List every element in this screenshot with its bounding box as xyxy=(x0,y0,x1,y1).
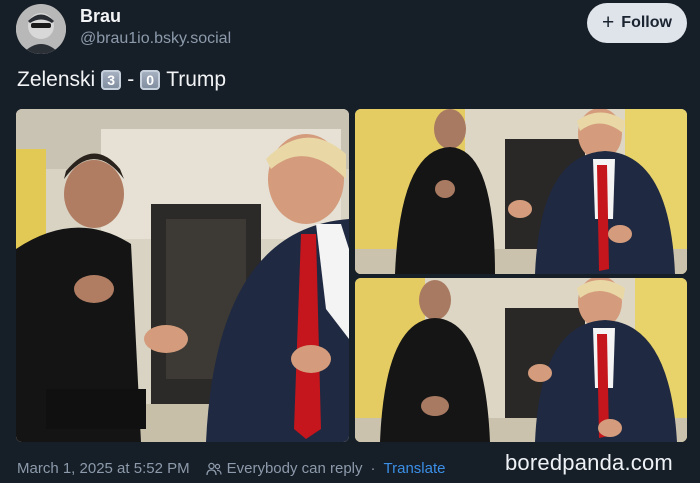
author-avatar[interactable] xyxy=(16,4,66,54)
follow-button-label: Follow xyxy=(621,14,672,31)
post-image-1[interactable] xyxy=(16,109,349,442)
watermark: boredpanda.com xyxy=(505,450,673,475)
follow-button[interactable]: + Follow xyxy=(587,3,687,43)
post-text: Zelenski 3 - 0 Trump xyxy=(17,68,226,92)
author-display-name[interactable]: Brau xyxy=(80,6,121,27)
translate-link[interactable]: Translate xyxy=(384,460,446,477)
post-text-trump: Trump xyxy=(166,68,227,91)
score-left-keycap: 3 xyxy=(101,70,122,90)
plus-icon: + xyxy=(602,10,615,34)
reply-setting[interactable]: Everybody can reply xyxy=(227,460,363,477)
post-footer: March 1, 2025 at 5:52 PM Everybody can r… xyxy=(17,460,446,477)
post-image-2[interactable] xyxy=(355,109,687,274)
score-right-keycap: 0 xyxy=(140,70,161,90)
post-timestamp[interactable]: March 1, 2025 at 5:52 PM xyxy=(17,460,190,477)
footer-separator: · xyxy=(370,460,376,477)
post-text-zelenski: Zelenski xyxy=(17,68,96,91)
post-text-dash: - xyxy=(127,68,135,91)
author-handle[interactable]: @brau1io.bsky.social xyxy=(80,30,231,48)
people-icon xyxy=(205,462,222,476)
post-image-3[interactable] xyxy=(355,278,687,442)
